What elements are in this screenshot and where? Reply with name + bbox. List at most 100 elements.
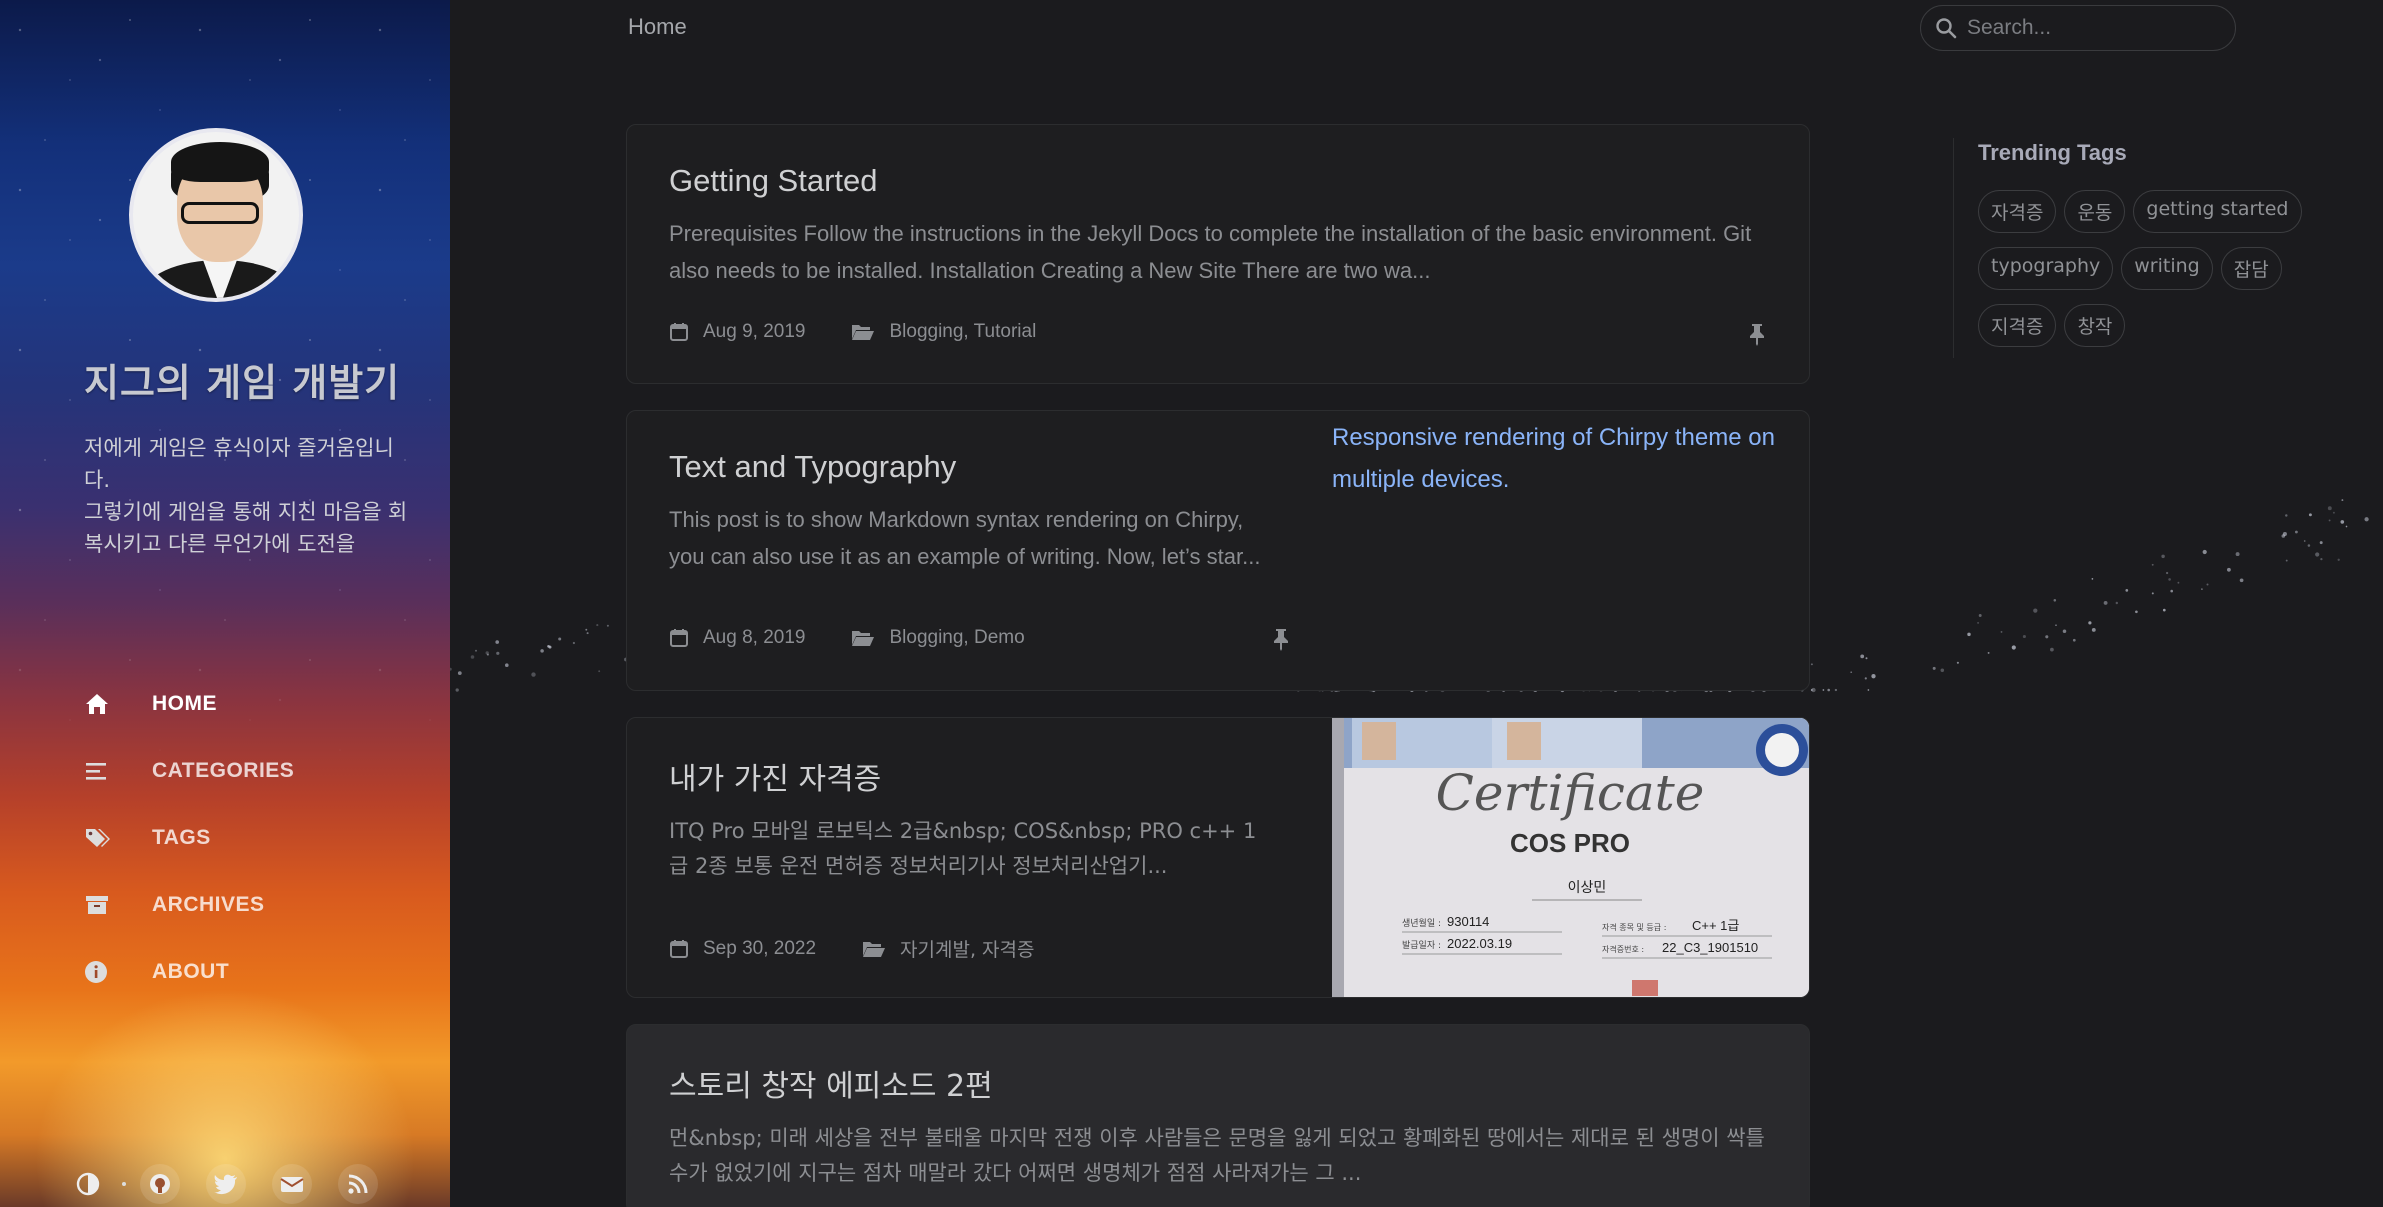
nav-label: ARCHIVES — [152, 892, 265, 916]
star-dot — [2125, 589, 2129, 592]
star-dot — [495, 640, 499, 644]
nav-item-archives[interactable]: ARCHIVES — [84, 871, 294, 938]
star-dot — [1810, 663, 1813, 666]
star-dot — [1871, 674, 1876, 679]
star-dot — [2011, 645, 2016, 650]
star-dot — [2320, 557, 2323, 561]
pin-icon — [1274, 629, 1288, 651]
theme-toggle-button[interactable] — [68, 1164, 108, 1204]
star-dot — [486, 653, 489, 656]
star-dot — [485, 651, 489, 655]
star-dot — [2162, 608, 2166, 612]
tag-item[interactable]: 운동 — [2064, 190, 2126, 233]
star-dot — [2170, 589, 2173, 593]
broken-image-alt: Responsive rendering of Chirpy theme on … — [1332, 424, 1775, 493]
star-dot — [2103, 600, 2108, 605]
nav-item-home[interactable]: HOME — [84, 670, 294, 737]
github-icon — [150, 1174, 170, 1194]
folder-open-icon — [852, 325, 875, 340]
post-date: Aug 9, 2019 — [669, 321, 805, 343]
star-dot — [2285, 559, 2288, 562]
tags-icon — [84, 825, 124, 851]
star-dot — [531, 672, 536, 677]
star-dot — [1956, 661, 1959, 664]
post-card[interactable]: 스토리 창작 에피소드 2편 먼&nbsp; 미래 세상을 전부 불태울 마지막… — [626, 1024, 1810, 1207]
star-dot — [572, 641, 576, 645]
star-dot — [558, 637, 562, 641]
post-title[interactable]: Getting Started — [669, 163, 1767, 199]
tag-item[interactable]: 잡담 — [2220, 247, 2282, 290]
info-icon — [84, 959, 124, 985]
tag-item[interactable]: 지격증 — [1978, 304, 2057, 347]
pin-icon — [1750, 324, 1764, 346]
star-dot — [1867, 689, 1870, 691]
star-dot — [2327, 506, 2332, 511]
post-preview-image[interactable]: Certificate COS PRO 이상민 생년월일 : 930114 발급… — [1332, 718, 1809, 997]
tag-item[interactable]: writing — [2121, 247, 2213, 290]
search-input[interactable] — [1967, 16, 2217, 40]
star-dot — [547, 645, 550, 648]
star-dot — [2045, 635, 2049, 639]
folder-open-icon — [863, 941, 886, 957]
star-dot — [450, 667, 452, 671]
nav-item-categories[interactable]: CATEGORIES — [84, 737, 294, 804]
post-card[interactable]: Getting Started Prerequisites Follow the… — [626, 124, 1810, 384]
post-card[interactable]: 내가 가진 자격증 ITQ Pro 모바일 로보틱스 2급&nbsp; COS&… — [626, 717, 1810, 998]
star-dot — [2033, 608, 2038, 613]
post-date-text: Aug 8, 2019 — [703, 627, 806, 648]
star-dot — [457, 671, 462, 675]
star-dot — [1850, 671, 1853, 674]
nav-label: TAGS — [152, 825, 211, 849]
nav-label: HOME — [152, 691, 217, 715]
home-icon — [84, 691, 124, 717]
cert-grade: C++ 1급 — [1692, 918, 1739, 933]
nav-item-tags[interactable]: TAGS — [84, 804, 294, 871]
post-title[interactable]: 스토리 창작 에피소드 2편 — [669, 1061, 1767, 1105]
github-link[interactable] — [140, 1164, 180, 1204]
email-icon — [280, 1177, 304, 1192]
post-preview-image[interactable]: Responsive rendering of Chirpy theme on … — [1332, 411, 1809, 690]
topbar: Home — [450, 0, 2383, 56]
tag-item[interactable]: typography — [1978, 247, 2114, 290]
email-link[interactable] — [272, 1164, 312, 1204]
star-dot — [1967, 632, 1971, 637]
post-title[interactable]: Text and Typography — [669, 449, 1275, 485]
search-icon — [1936, 18, 1957, 39]
post-meta: Aug 8, 2019 Blogging, Demo — [669, 627, 1071, 649]
avatar[interactable] — [129, 128, 303, 302]
post-card[interactable]: Text and Typography This post is to show… — [626, 410, 1810, 691]
tag-item[interactable]: getting started — [2133, 190, 2302, 233]
tag-item[interactable]: 자격증 — [1978, 190, 2057, 233]
post-categories: 자기계발, 자격증 — [862, 935, 1035, 962]
cert-grade-label: 자격 종목 및 등급 : — [1602, 922, 1666, 932]
star-dot — [2328, 519, 2331, 522]
post-title[interactable]: 내가 가진 자격증 — [669, 754, 1275, 798]
rss-link[interactable] — [338, 1164, 378, 1204]
star-dot — [2151, 592, 2154, 595]
separator-dot — [122, 1182, 126, 1186]
calendar-icon — [670, 323, 688, 341]
star-dot — [2332, 511, 2335, 514]
nav-item-about[interactable]: ABOUT — [84, 938, 294, 1005]
star-dot — [2151, 563, 2154, 566]
cert-holder: 이상민 — [1568, 880, 1607, 896]
star-dot — [470, 655, 475, 659]
star-dot — [2319, 541, 2323, 545]
star-dot — [2281, 534, 2286, 538]
star-dot — [2177, 581, 2180, 584]
folder-open-icon — [852, 631, 875, 646]
twitter-link[interactable] — [206, 1164, 246, 1204]
post-date-text: Sep 30, 2022 — [703, 937, 817, 959]
star-dot — [2235, 552, 2240, 557]
site-subtitle: 저에게 게임은 휴식이자 즐거움입니다. 그렇기에 게임을 통해 지친 마음을 … — [84, 436, 408, 556]
tag-item[interactable]: 창작 — [2064, 304, 2126, 347]
breadcrumb: Home — [628, 14, 687, 39]
post-excerpt: ITQ Pro 모바일 로보틱스 2급&nbsp; COS&nbsp; PRO … — [669, 819, 1257, 878]
star-dot — [1811, 687, 1816, 693]
cert-issue-label: 발급일자 : — [1402, 940, 1441, 951]
star-dot — [1987, 651, 1990, 654]
search-box[interactable] — [1920, 5, 2236, 51]
star-dot — [2000, 630, 2003, 633]
post-date-text: Aug 9, 2019 — [703, 321, 806, 342]
site-title[interactable]: 지그의 게임 개발기 — [84, 352, 400, 407]
